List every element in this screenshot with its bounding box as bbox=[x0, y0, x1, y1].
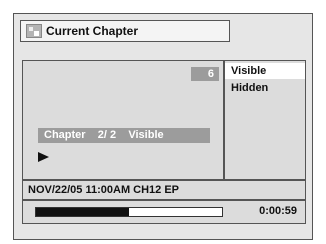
chapter-icon bbox=[26, 24, 42, 38]
chapter-preview: 6 Chapter 2/ 2 Visible bbox=[22, 60, 224, 180]
option-visible[interactable]: Visible bbox=[225, 63, 305, 79]
page-title: Current Chapter bbox=[46, 24, 139, 38]
option-hidden[interactable]: Hidden bbox=[225, 80, 305, 96]
title-bar: Current Chapter bbox=[20, 20, 230, 42]
visibility-menu: Visible Hidden bbox=[224, 60, 306, 180]
elapsed-time: 0:00:59 bbox=[259, 205, 297, 217]
progress-bar bbox=[35, 207, 223, 217]
play-icon bbox=[38, 152, 49, 162]
progress-fill bbox=[36, 208, 129, 216]
chapter-status-bar: Chapter 2/ 2 Visible bbox=[38, 128, 210, 143]
chapter-number-badge: 6 bbox=[191, 67, 219, 81]
dvd-screen: Current Chapter 6 Chapter 2/ 2 Visible V… bbox=[13, 13, 313, 240]
recording-info: NOV/22/05 11:00AM CH12 EP bbox=[22, 180, 306, 200]
playback-bar: 0:00:59 bbox=[22, 200, 306, 224]
